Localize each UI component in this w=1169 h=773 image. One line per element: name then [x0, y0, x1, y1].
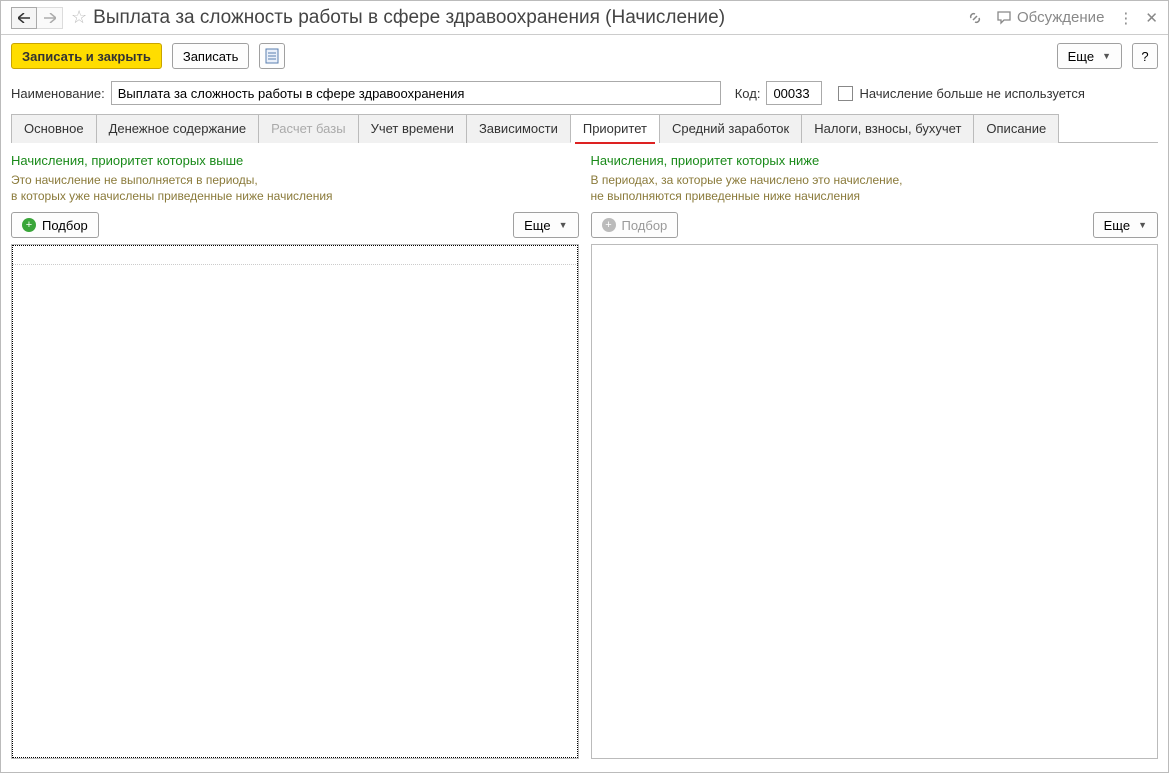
- discussion-label: Обсуждение: [1017, 9, 1104, 26]
- tab-average[interactable]: Средний заработок: [659, 114, 802, 143]
- lower-desc: В периодах, за которые уже начислено это…: [591, 172, 1159, 204]
- tab-priority[interactable]: Приоритет: [570, 114, 660, 143]
- higher-priority-grid[interactable]: [11, 244, 579, 759]
- not-used-label: Начисление больше не используется: [859, 86, 1084, 101]
- report-icon-button[interactable]: [259, 43, 285, 69]
- higher-title: Начисления, приоритет которых выше: [11, 153, 579, 168]
- save-and-close-button[interactable]: Записать и закрыть: [11, 43, 162, 69]
- help-button[interactable]: ?: [1132, 43, 1158, 69]
- tab-desc[interactable]: Описание: [973, 114, 1059, 143]
- chevron-down-icon: ▼: [1102, 51, 1111, 61]
- more-label: Еще: [1068, 49, 1094, 64]
- lower-more-button[interactable]: Еще▼: [1093, 212, 1158, 238]
- chevron-down-icon: ▼: [1138, 220, 1147, 230]
- lower-pick-button[interactable]: + Подбор: [591, 212, 679, 238]
- lower-title: Начисления, приоритет которых ниже: [591, 153, 1159, 168]
- lower-priority-grid[interactable]: [591, 244, 1159, 759]
- name-label: Наименование:: [11, 86, 105, 101]
- name-input[interactable]: [111, 81, 721, 105]
- tab-base: Расчет базы: [258, 114, 359, 143]
- tab-time[interactable]: Учет времени: [358, 114, 467, 143]
- close-icon[interactable]: ✕: [1145, 9, 1158, 27]
- main-toolbar: Записать и закрыть Записать Еще ▼ ?: [1, 35, 1168, 77]
- tabs: Основное Денежное содержание Расчет базы…: [11, 113, 1158, 143]
- higher-priority-column: Начисления, приоритет которых выше Это н…: [11, 153, 579, 759]
- higher-desc: Это начисление не выполняется в периоды,…: [11, 172, 579, 204]
- save-button[interactable]: Записать: [172, 43, 250, 69]
- nav-back-button[interactable]: [11, 7, 37, 29]
- nav-forward-button[interactable]: [37, 7, 63, 29]
- link-icon[interactable]: [967, 10, 983, 26]
- tab-body: Начисления, приоритет которых выше Это н…: [1, 143, 1168, 769]
- tab-main[interactable]: Основное: [11, 114, 97, 143]
- higher-pick-button[interactable]: + Подбор: [11, 212, 99, 238]
- main-window: ☆ Выплата за сложность работы в сфере зд…: [0, 0, 1169, 773]
- chevron-down-icon: ▼: [559, 220, 568, 230]
- higher-more-button[interactable]: Еще▼: [513, 212, 578, 238]
- grid-row[interactable]: [12, 245, 578, 265]
- tab-money[interactable]: Денежное содержание: [96, 114, 259, 143]
- lower-priority-column: Начисления, приоритет которых ниже В пер…: [591, 153, 1159, 759]
- favorite-star-icon[interactable]: ☆: [71, 7, 87, 28]
- tab-deps[interactable]: Зависимости: [466, 114, 571, 143]
- plus-icon: +: [602, 218, 616, 232]
- not-used-checkbox[interactable]: [838, 86, 853, 101]
- more-button[interactable]: Еще ▼: [1057, 43, 1122, 69]
- window-title: Выплата за сложность работы в сфере здра…: [93, 7, 967, 29]
- code-label: Код:: [735, 86, 761, 101]
- kebab-menu-icon[interactable]: ⋮: [1118, 9, 1131, 27]
- code-input[interactable]: [766, 81, 822, 105]
- plus-icon: +: [22, 218, 36, 232]
- form-row: Наименование: Код: Начисление больше не …: [1, 77, 1168, 113]
- tab-taxes[interactable]: Налоги, взносы, бухучет: [801, 114, 974, 143]
- discussion-button[interactable]: Обсуждение: [997, 9, 1104, 26]
- titlebar: ☆ Выплата за сложность работы в сфере зд…: [1, 1, 1168, 35]
